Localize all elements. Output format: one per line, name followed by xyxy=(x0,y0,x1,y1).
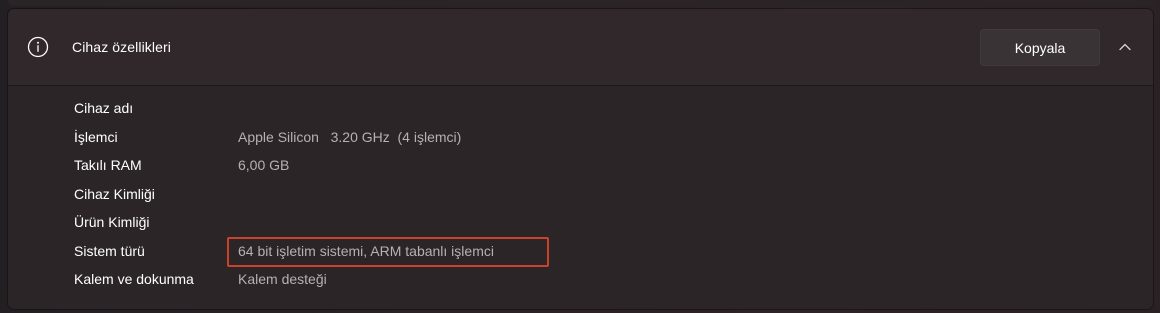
spec-row-product-id: Ürün Kimliği xyxy=(74,214,674,236)
spec-row-pen-touch: Kalem ve dokunma Kalem desteği xyxy=(74,271,674,293)
info-icon xyxy=(27,36,49,58)
spec-label: Ürün Kimliği xyxy=(74,214,150,230)
spec-value: Kalem desteği xyxy=(238,271,327,287)
copy-button[interactable]: Kopyala xyxy=(980,29,1100,66)
highlight-annotation-box xyxy=(227,237,549,267)
spec-value: 6,00 GB xyxy=(238,157,290,173)
previous-card-edge xyxy=(8,0,1154,6)
spec-row-device-id: Cihaz Kimliği xyxy=(74,186,674,208)
spec-label: İşlemci xyxy=(74,129,118,145)
device-specifications-card: Cihaz özellikleri Kopyala Cihaz adı İşle… xyxy=(8,9,1153,309)
spec-label: Cihaz Kimliği xyxy=(74,186,155,202)
spec-label: Takılı RAM xyxy=(74,157,142,173)
chevron-up-icon[interactable] xyxy=(1116,38,1134,56)
spec-value: Apple Silicon 3.20 GHz (4 işlemci) xyxy=(238,129,462,145)
spec-row-installed-ram: Takılı RAM 6,00 GB xyxy=(74,157,674,179)
card-title: Cihaz özellikleri xyxy=(72,39,171,55)
card-header[interactable]: Cihaz özellikleri Kopyala xyxy=(8,9,1153,86)
spec-label: Kalem ve dokunma xyxy=(74,271,194,287)
spec-label: Cihaz adı xyxy=(74,100,134,116)
spec-row-processor: İşlemci Apple Silicon 3.20 GHz (4 işlemc… xyxy=(74,129,674,151)
spec-row-device-name: Cihaz adı xyxy=(74,100,674,122)
spec-label: Sistem türü xyxy=(74,243,145,259)
